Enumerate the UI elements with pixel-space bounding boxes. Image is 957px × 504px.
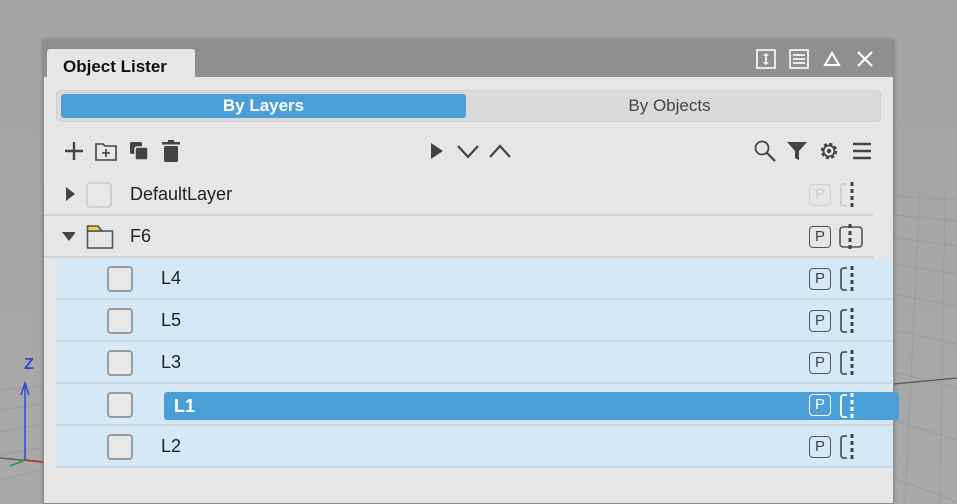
lock-bracket-icon[interactable] [838,181,864,209]
p-badge[interactable]: P [809,268,831,290]
layer-label: L3 [161,352,182,372]
lock-bracket-icon[interactable] [838,307,864,335]
lock-bracket-icon[interactable] [838,433,864,461]
layer-label: L2 [161,436,182,456]
p-badge[interactable]: P [809,184,831,206]
tree-row-f6[interactable]: F6 P [44,217,873,258]
view-toggle: By Layers By Objects [56,90,881,122]
collapse-triangle-icon[interactable] [822,49,842,69]
folder-icon [86,225,114,249]
layer-label: DefaultLayer [130,184,233,204]
chevron-down-icon[interactable] [455,137,481,165]
chevron-up-icon[interactable] [487,137,513,165]
duplicate-icon[interactable] [126,137,152,165]
list-window-icon[interactable] [789,49,809,69]
object-lister-panel: Object Lister By Layers By Objects Defau… [43,40,899,504]
layer-visibility-checkbox[interactable] [107,350,133,376]
tree-row-l3[interactable]: L3 P [56,343,892,384]
p-badge[interactable]: P [809,310,831,332]
layer-label: L1 [174,396,196,416]
selection-highlight[interactable]: L1 P [164,392,899,420]
layer-label: L5 [161,310,182,330]
p-badge[interactable]: P [809,226,831,248]
layer-label: L4 [161,268,182,288]
panel-title: Object Lister [63,57,167,76]
filter-icon[interactable] [784,137,810,165]
layer-visibility-checkbox[interactable] [107,266,133,292]
lock-bracket-icon[interactable] [838,265,864,293]
lock-bracket-icon[interactable] [838,223,864,251]
trash-icon[interactable] [158,137,184,165]
expand-arrow-icon[interactable] [63,187,77,201]
p-badge[interactable]: P [809,352,831,374]
layer-visibility-checkbox[interactable] [107,308,133,334]
lister-toolbar [44,137,893,167]
tree-row-l4[interactable]: L4 P [56,259,892,300]
panel-titlebar[interactable]: Object Lister [44,41,893,78]
tab-by-layers[interactable]: By Layers [61,94,466,118]
add-group-icon[interactable] [93,137,119,165]
menu-icon[interactable] [849,137,875,165]
play-icon[interactable] [424,137,450,165]
tree-row-l1[interactable]: L1 P [56,385,899,426]
layer-label: F6 [130,226,152,246]
p-badge[interactable]: P [809,436,831,458]
layer-visibility-checkbox[interactable] [86,182,112,208]
gear-icon[interactable] [816,137,842,165]
layer-visibility-checkbox[interactable] [107,434,133,460]
lock-bracket-icon[interactable] [838,392,864,420]
tree-row-l2[interactable]: L2 P [56,427,892,468]
tab-by-objects[interactable]: By Objects [467,94,872,118]
tree-row-defaultlayer[interactable]: DefaultLayer P [44,175,873,216]
panel-title-tab[interactable]: Object Lister [47,49,195,78]
p-badge[interactable]: P [809,394,831,416]
add-icon[interactable] [61,137,87,165]
layer-visibility-checkbox[interactable] [107,392,133,418]
lock-bracket-icon[interactable] [838,349,864,377]
close-icon[interactable] [855,49,875,69]
title-icons [756,49,875,69]
z-axis-label: Z [24,356,34,373]
collapse-arrow-icon[interactable] [61,229,75,243]
search-icon[interactable] [752,137,778,165]
resize-vertical-icon[interactable] [756,49,776,69]
tree-row-l5[interactable]: L5 P [56,301,892,342]
